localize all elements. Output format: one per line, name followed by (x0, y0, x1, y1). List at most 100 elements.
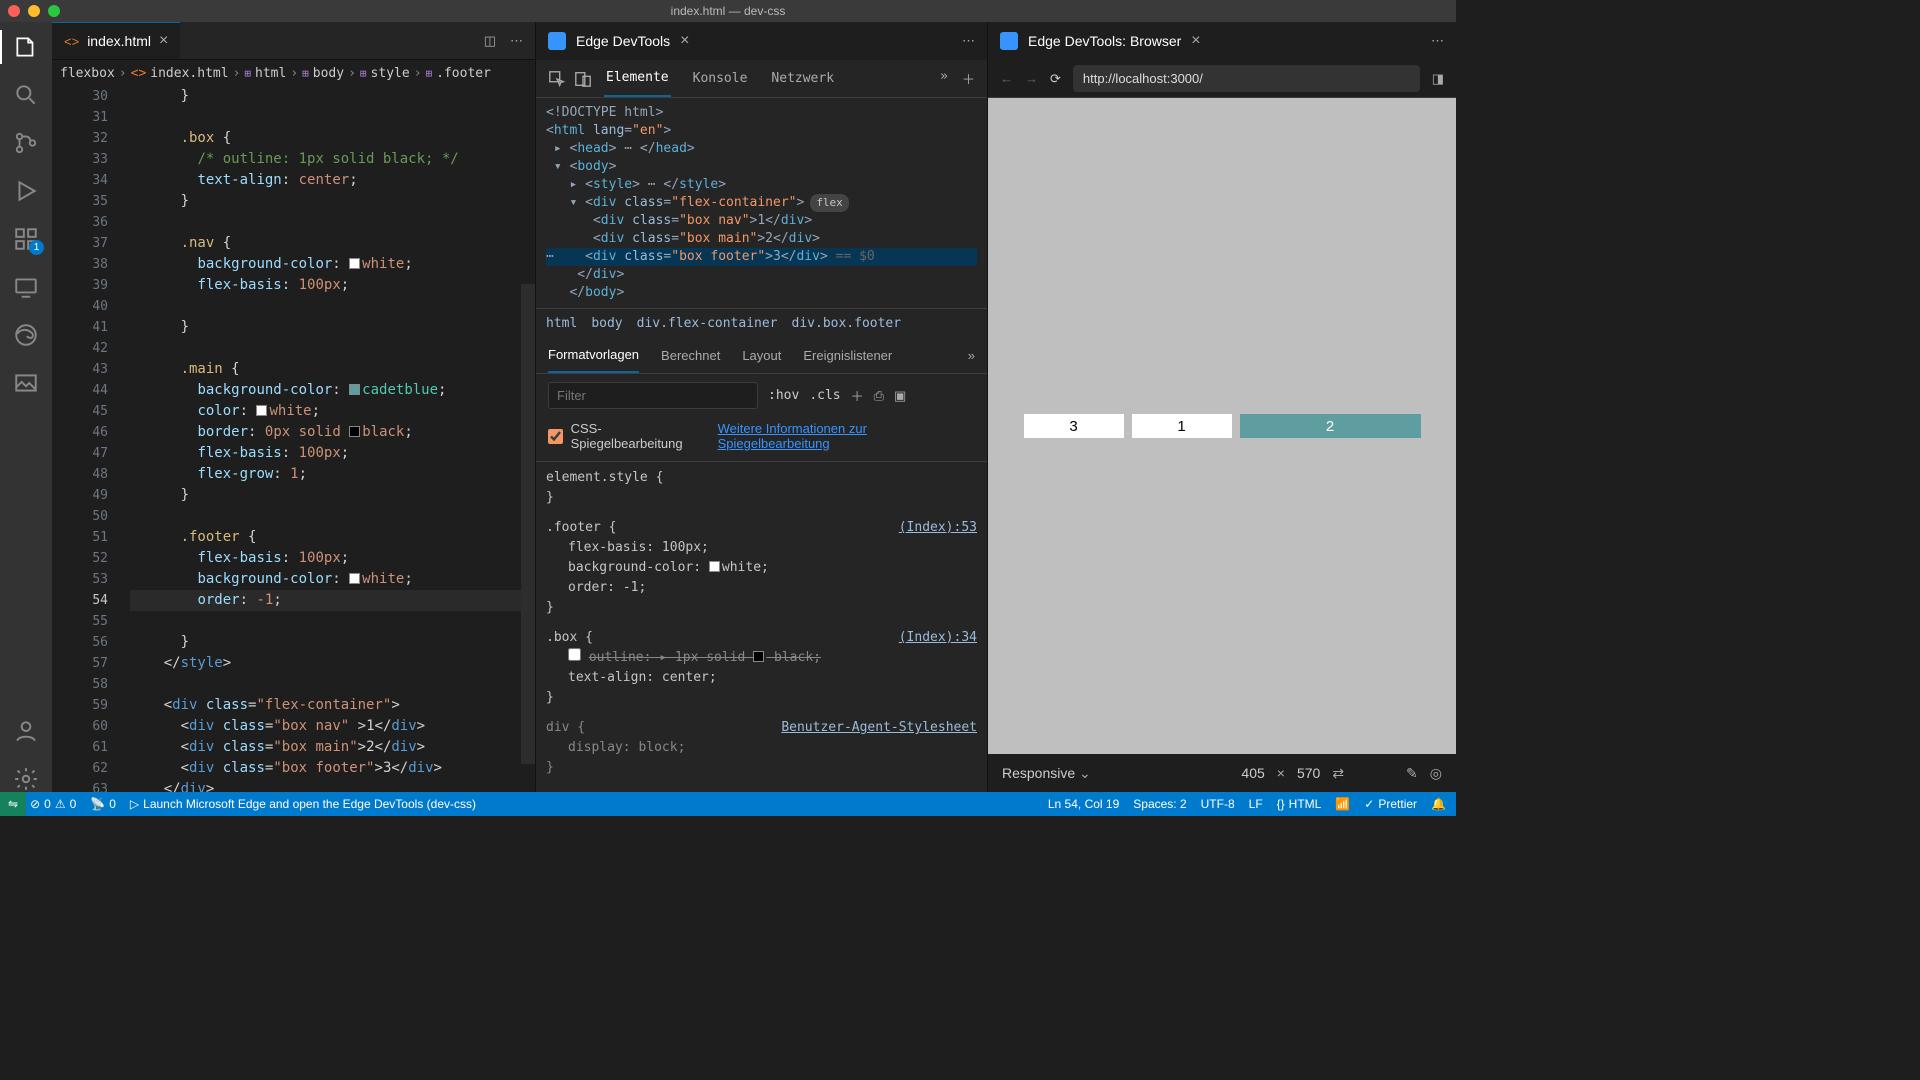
titlebar: index.html — dev-css (0, 0, 1456, 22)
bell-icon[interactable]: 🔔 (1431, 797, 1446, 811)
encoding-button[interactable]: UTF-8 (1201, 797, 1235, 811)
styles-body[interactable]: element.style {} (Index):53 .footer { fl… (536, 462, 987, 792)
styles-filter-row: :hov .cls ＋ ⎙ ▣ (536, 374, 987, 417)
prettier-button[interactable]: ✓ Prettier (1364, 797, 1417, 811)
devtools-pane: Edge DevTools × ⋯ Elemente Konsole Netzw… (536, 22, 988, 792)
device-toggle-icon[interactable] (574, 70, 592, 88)
hov-toggle[interactable]: :hov (768, 388, 799, 403)
browser-toolbar: ← → ⟳ http://localhost:3000/ ◨ (988, 60, 1456, 98)
width-field[interactable]: 405 (1241, 765, 1264, 781)
source-control-icon[interactable] (13, 130, 39, 156)
eyedropper-icon[interactable]: ✎ (1406, 765, 1418, 782)
tab-console[interactable]: Konsole (691, 60, 750, 97)
dom-tree[interactable]: <!DOCTYPE html> <html lang="en"> ▸ <head… (536, 98, 987, 308)
eol-button[interactable]: LF (1249, 797, 1263, 811)
close-icon[interactable]: × (1191, 32, 1200, 50)
close-icon[interactable]: × (159, 32, 168, 50)
tab-index-html[interactable]: <> index.html × (52, 22, 180, 59)
launch-button[interactable]: ▷ Launch Microsoft Edge and open the Edg… (130, 797, 476, 811)
html-file-icon: <> (64, 34, 79, 49)
back-icon[interactable]: ← (1000, 71, 1013, 86)
mirror-link[interactable]: Weitere Informationen zur Spiegelbearbei… (718, 421, 975, 451)
image-icon[interactable] (13, 370, 39, 396)
devtools-tab-bar: Edge DevTools × ⋯ (536, 22, 987, 60)
devtools-toolbar: Elemente Konsole Netzwerk » ＋ (536, 60, 987, 98)
indent-button[interactable]: Spaces: 2 (1133, 797, 1186, 811)
pin-icon[interactable]: ⎙ (874, 388, 884, 404)
plus-icon[interactable]: ＋ (962, 69, 975, 88)
window-title: index.html — dev-css (671, 4, 786, 18)
minimize-window-icon[interactable] (28, 5, 40, 17)
box-footer: 3 (1024, 414, 1124, 438)
tab-styles[interactable]: Formatvorlagen (548, 338, 639, 373)
settings-gear-icon[interactable] (13, 766, 39, 792)
tab-computed[interactable]: Berechnet (661, 338, 720, 373)
close-window-icon[interactable] (8, 5, 20, 17)
chevron-right-icon[interactable]: » (940, 69, 948, 88)
times-icon: × (1277, 765, 1285, 781)
ports-button[interactable]: 📡 0 (90, 797, 116, 811)
tab-listeners[interactable]: Ereignislistener (803, 338, 892, 373)
extensions-badge: 1 (29, 240, 44, 255)
tab-network[interactable]: Netzwerk (769, 60, 836, 97)
box-main: 2 (1240, 414, 1421, 438)
maximize-window-icon[interactable] (48, 5, 60, 17)
golive-button[interactable]: 📶 (1335, 797, 1350, 811)
breadcrumb[interactable]: flexbox› <>index.html› ⊞html› ⊞body› ⊞st… (52, 60, 535, 86)
tab-elements[interactable]: Elemente (604, 60, 671, 97)
edge-icon[interactable] (13, 322, 39, 348)
code-editor[interactable]: 3031323334353637383940414243444546474849… (52, 86, 535, 792)
source-link[interactable]: (Index):53 (899, 518, 977, 538)
inspect-icon[interactable] (548, 70, 566, 88)
split-editor-icon[interactable]: ◫ (484, 33, 496, 49)
styles-tabs: Formatvorlagen Berechnet Layout Ereignis… (536, 338, 987, 374)
device-select[interactable]: Responsive ⌄ (1002, 765, 1091, 782)
dom-breadcrumb[interactable]: html body div.flex-container div.box.foo… (536, 308, 987, 338)
editor-pane: <> index.html × ◫ ⋯ flexbox› <>index.htm… (52, 22, 536, 792)
cursor-position[interactable]: Ln 54, Col 19 (1048, 797, 1119, 811)
more-icon[interactable]: ⋯ (510, 33, 523, 49)
mirror-row: CSS-Spiegelbearbeitung Weitere Informati… (536, 417, 987, 462)
chevron-right-icon[interactable]: » (968, 338, 975, 373)
address-bar[interactable]: http://localhost:3000/ (1073, 65, 1420, 92)
close-icon[interactable]: × (680, 32, 689, 50)
browser-tab-bar: Edge DevTools: Browser × ⋯ (988, 22, 1456, 60)
devtools-nav: Elemente Konsole Netzwerk (604, 60, 836, 97)
edge-badge-icon (1000, 32, 1018, 50)
devtools-title: Edge DevTools (576, 33, 670, 49)
editor-tabs: <> index.html × ◫ ⋯ (52, 22, 535, 60)
mirror-label: CSS-Spiegelbearbeitung (571, 421, 710, 451)
box-nav: 1 (1132, 414, 1232, 438)
browser-viewport[interactable]: 3 1 2 (988, 98, 1456, 754)
window-controls[interactable] (8, 5, 60, 17)
browser-title: Edge DevTools: Browser (1028, 33, 1181, 49)
tab-label: index.html (87, 33, 151, 49)
more-icon[interactable]: ⋯ (1431, 33, 1444, 49)
source-link[interactable]: (Index):34 (899, 628, 977, 648)
device-bar: Responsive ⌄ 405 × 570 ⇄ ✎ ◎ (988, 754, 1456, 792)
forward-icon[interactable]: → (1025, 71, 1038, 86)
search-icon[interactable] (13, 82, 39, 108)
more-icon[interactable]: ⋯ (962, 33, 975, 49)
account-icon[interactable] (13, 718, 39, 744)
remote-button[interactable]: ⇋ (0, 792, 26, 816)
explorer-icon[interactable] (13, 34, 39, 60)
mirror-checkbox[interactable] (548, 429, 563, 444)
height-field[interactable]: 570 (1297, 765, 1320, 781)
dock-icon[interactable]: ◨ (1432, 71, 1444, 87)
extensions-icon[interactable]: 1 (13, 226, 39, 252)
rotate-icon[interactable]: ⇄ (1332, 765, 1344, 782)
plus-icon[interactable]: ＋ (851, 386, 864, 405)
styles-filter-input[interactable] (548, 382, 758, 409)
language-button[interactable]: {} HTML (1277, 797, 1322, 811)
prop-toggle[interactable] (568, 648, 581, 661)
panel-icon[interactable]: ▣ (894, 388, 906, 404)
run-debug-icon[interactable] (13, 178, 39, 204)
remote-explorer-icon[interactable] (13, 274, 39, 300)
reload-icon[interactable]: ⟳ (1050, 71, 1061, 87)
target-icon[interactable]: ◎ (1430, 765, 1442, 782)
tab-layout[interactable]: Layout (742, 338, 781, 373)
errors-button[interactable]: ⊘ 0 ⚠ 0 (30, 797, 76, 811)
cls-toggle[interactable]: .cls (809, 388, 840, 403)
minimap[interactable] (521, 86, 535, 792)
